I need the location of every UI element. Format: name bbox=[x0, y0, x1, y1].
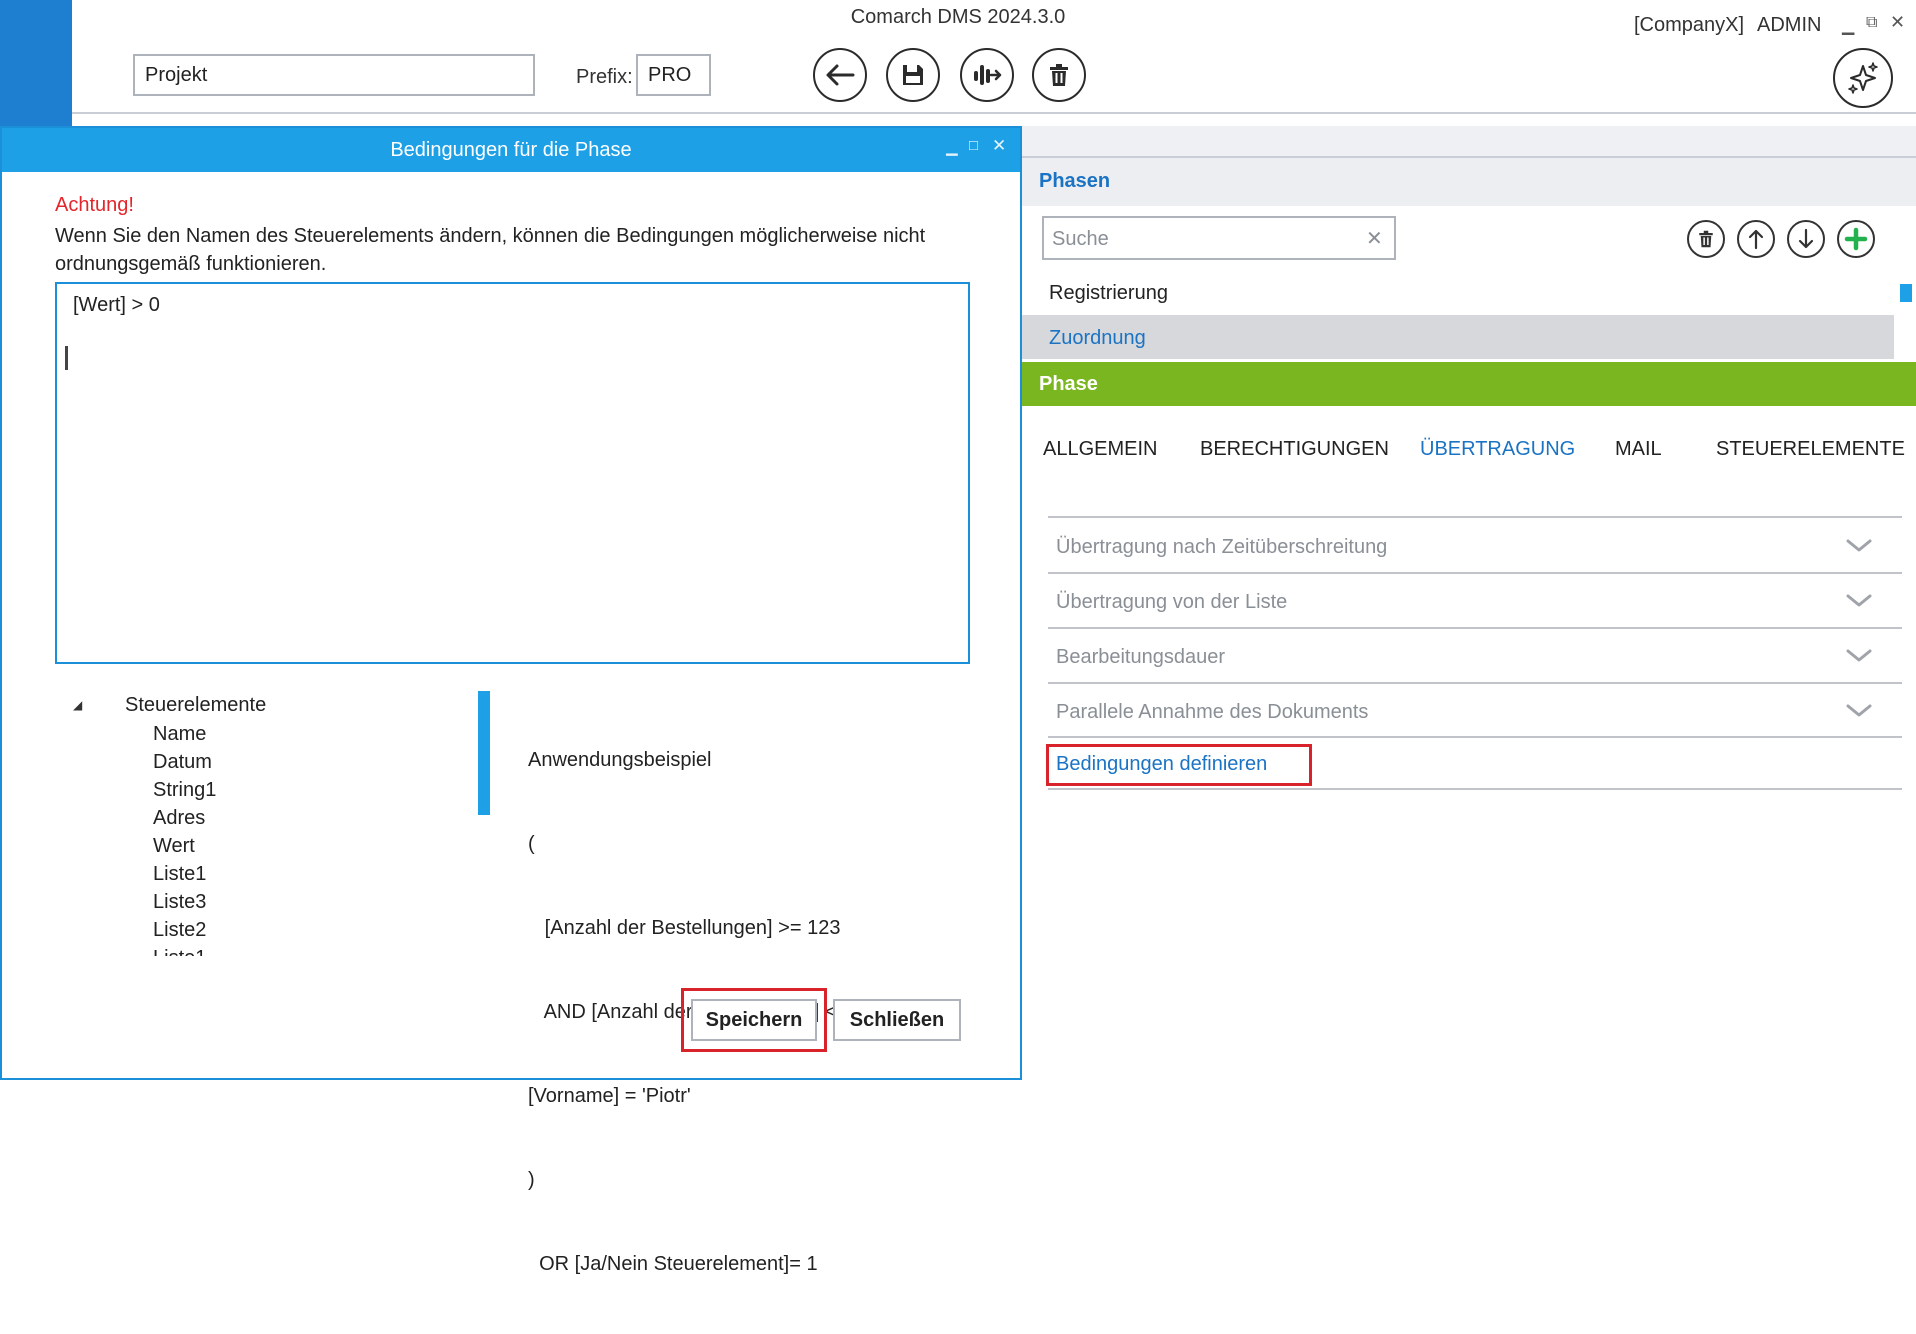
dialog-close-button[interactable]: ✕ bbox=[992, 136, 1006, 156]
close-dialog-button[interactable]: Schließen bbox=[833, 999, 961, 1041]
company-label: [CompanyX] bbox=[1634, 14, 1745, 36]
tree-item[interactable]: Liste3 bbox=[153, 891, 206, 914]
section-timeout-transfer[interactable]: Übertragung nach Zeitüberschreitung bbox=[1056, 536, 1387, 559]
prefix-label: Prefix: bbox=[576, 66, 633, 88]
chevron-down-icon[interactable] bbox=[1846, 538, 1872, 554]
app-title: Comarch DMS 2024.3.0 bbox=[850, 6, 1066, 28]
tab-steuerelemente[interactable]: STEUERELEMENTE bbox=[1716, 438, 1905, 461]
save-conditions-button[interactable]: Speichern bbox=[691, 999, 817, 1041]
tree-item[interactable]: String1 bbox=[153, 779, 216, 802]
usage-example-line: [Anzahl der Bestellungen] >= 123 bbox=[528, 917, 841, 939]
section-divider bbox=[1048, 572, 1902, 574]
user-label: ADMIN bbox=[1757, 14, 1822, 36]
floppy-disk-icon bbox=[903, 65, 923, 85]
section-divider bbox=[1048, 788, 1902, 790]
usage-example-line: [Vorname] = 'Piotr' bbox=[528, 1085, 691, 1107]
add-phase-button[interactable] bbox=[1837, 220, 1875, 258]
tree-item[interactable]: Name bbox=[153, 723, 206, 746]
phase-search-input[interactable]: Suche ✕ bbox=[1042, 216, 1396, 260]
dialog-title: Bedingungen für die Phase bbox=[390, 139, 632, 161]
section-processing-time[interactable]: Bearbeitungsdauer bbox=[1056, 646, 1225, 669]
usage-example-line: ) bbox=[528, 1169, 535, 1191]
example-scrollbar[interactable] bbox=[478, 691, 490, 815]
trash-icon bbox=[1050, 64, 1068, 86]
project-name-input[interactable]: Projekt bbox=[133, 54, 535, 96]
tree-item[interactable]: Wert bbox=[153, 835, 195, 858]
tree-collapse-icon[interactable]: ◢ bbox=[73, 698, 82, 712]
tree-root-node[interactable]: Steuerelemente bbox=[125, 694, 266, 717]
window-minimize-button[interactable]: ▁ bbox=[1842, 16, 1854, 36]
phase-list-item-label: Zuordnung bbox=[1049, 327, 1146, 349]
ai-assistant-button[interactable] bbox=[1833, 48, 1893, 108]
tree-item[interactable]: Datum bbox=[153, 751, 212, 774]
tab-allgemein[interactable]: ALLGEMEIN bbox=[1043, 438, 1157, 461]
trash-icon bbox=[1699, 230, 1713, 248]
dialog-titlebar: Bedingungen für die Phase ▁ □ ✕ bbox=[2, 128, 1020, 172]
phasen-title: Phasen bbox=[1039, 170, 1111, 192]
usage-example-line: OR [Ja/Nein Steuerelement]= 1 bbox=[528, 1253, 818, 1275]
sparkles-icon bbox=[1848, 62, 1878, 94]
dialog-minimize-button[interactable]: ▁ bbox=[946, 138, 958, 156]
transfer-icon bbox=[974, 65, 1002, 85]
dialog-maximize-button[interactable]: □ bbox=[969, 137, 978, 154]
phasen-section-header: Phasen bbox=[1022, 158, 1916, 206]
section-parallel-acceptance[interactable]: Parallele Annahme des Dokuments bbox=[1056, 701, 1368, 724]
tree-item[interactable]: Adres bbox=[153, 807, 205, 830]
section-divider bbox=[1048, 682, 1902, 684]
delete-phase-button[interactable] bbox=[1687, 220, 1725, 258]
chevron-down-icon[interactable] bbox=[1846, 648, 1872, 664]
section-divider bbox=[1048, 627, 1902, 629]
tab-mail[interactable]: MAIL bbox=[1615, 438, 1662, 461]
window-restore-button[interactable]: ⧉ bbox=[1866, 14, 1877, 32]
conditions-dialog: Bedingungen für die Phase ▁ □ ✕ Achtung!… bbox=[0, 126, 1022, 1275]
phase-list-item-label: Registrierung bbox=[1049, 282, 1168, 304]
move-phase-up-button[interactable] bbox=[1737, 220, 1775, 258]
condition-expression: [Wert] > 0 bbox=[73, 294, 160, 316]
arrow-down-icon bbox=[1798, 228, 1814, 249]
warning-text: Wenn Sie den Namen des Steuerelements än… bbox=[55, 225, 926, 275]
save-button[interactable] bbox=[886, 48, 940, 102]
usage-example-title: Anwendungsbeispiel bbox=[528, 749, 712, 771]
move-phase-down-button[interactable] bbox=[1787, 220, 1825, 258]
tree-item[interactable]: Liste2 bbox=[153, 919, 206, 942]
phase-list-item-selected[interactable]: Zuordnung bbox=[1022, 315, 1894, 359]
text-caret bbox=[65, 346, 68, 370]
section-list-transfer[interactable]: Übertragung von der Liste bbox=[1056, 591, 1287, 614]
phase-section-header: Phase bbox=[1022, 362, 1916, 406]
define-conditions-link[interactable]: Bedingungen definieren bbox=[1056, 753, 1267, 776]
chevron-down-icon[interactable] bbox=[1846, 703, 1872, 719]
plus-icon bbox=[1844, 227, 1868, 251]
arrow-up-icon bbox=[1748, 229, 1764, 250]
prefix-input[interactable]: PRO bbox=[636, 54, 711, 96]
panel-top-band bbox=[1022, 126, 1916, 158]
phase-list-item[interactable]: Registrierung bbox=[1022, 272, 1894, 312]
tab-berechtigungen[interactable]: BERECHTIGUNGEN bbox=[1200, 438, 1389, 461]
window-close-button[interactable]: ✕ bbox=[1890, 12, 1905, 33]
tab-uebertragung[interactable]: ÜBERTRAGUNG bbox=[1420, 438, 1575, 461]
usage-example-line: ( bbox=[528, 833, 535, 855]
section-divider bbox=[1048, 736, 1902, 738]
section-divider bbox=[1048, 516, 1902, 518]
phase-title: Phase bbox=[1039, 373, 1098, 395]
clear-search-icon[interactable]: ✕ bbox=[1366, 226, 1383, 251]
transfer-button[interactable] bbox=[960, 48, 1014, 102]
back-button[interactable] bbox=[813, 48, 867, 102]
controls-tree: ◢ Steuerelemente Name Datum String1 Adre… bbox=[55, 688, 425, 956]
search-placeholder: Suche bbox=[1052, 228, 1109, 250]
phase-configuration-panel: Phasen Suche ✕ Registrierung Zuordnung P… bbox=[1022, 126, 1916, 1080]
tree-item[interactable]: Liste1 bbox=[153, 947, 206, 956]
phase-list-scrollbar[interactable] bbox=[1900, 284, 1912, 302]
chevron-down-icon[interactable] bbox=[1846, 593, 1872, 609]
warning-title: Achtung! bbox=[55, 194, 134, 216]
tree-item[interactable]: Liste1 bbox=[153, 863, 206, 886]
arrow-left-icon bbox=[826, 64, 855, 86]
delete-button[interactable] bbox=[1032, 48, 1086, 102]
condition-editor[interactable]: [Wert] > 0 bbox=[55, 282, 970, 664]
